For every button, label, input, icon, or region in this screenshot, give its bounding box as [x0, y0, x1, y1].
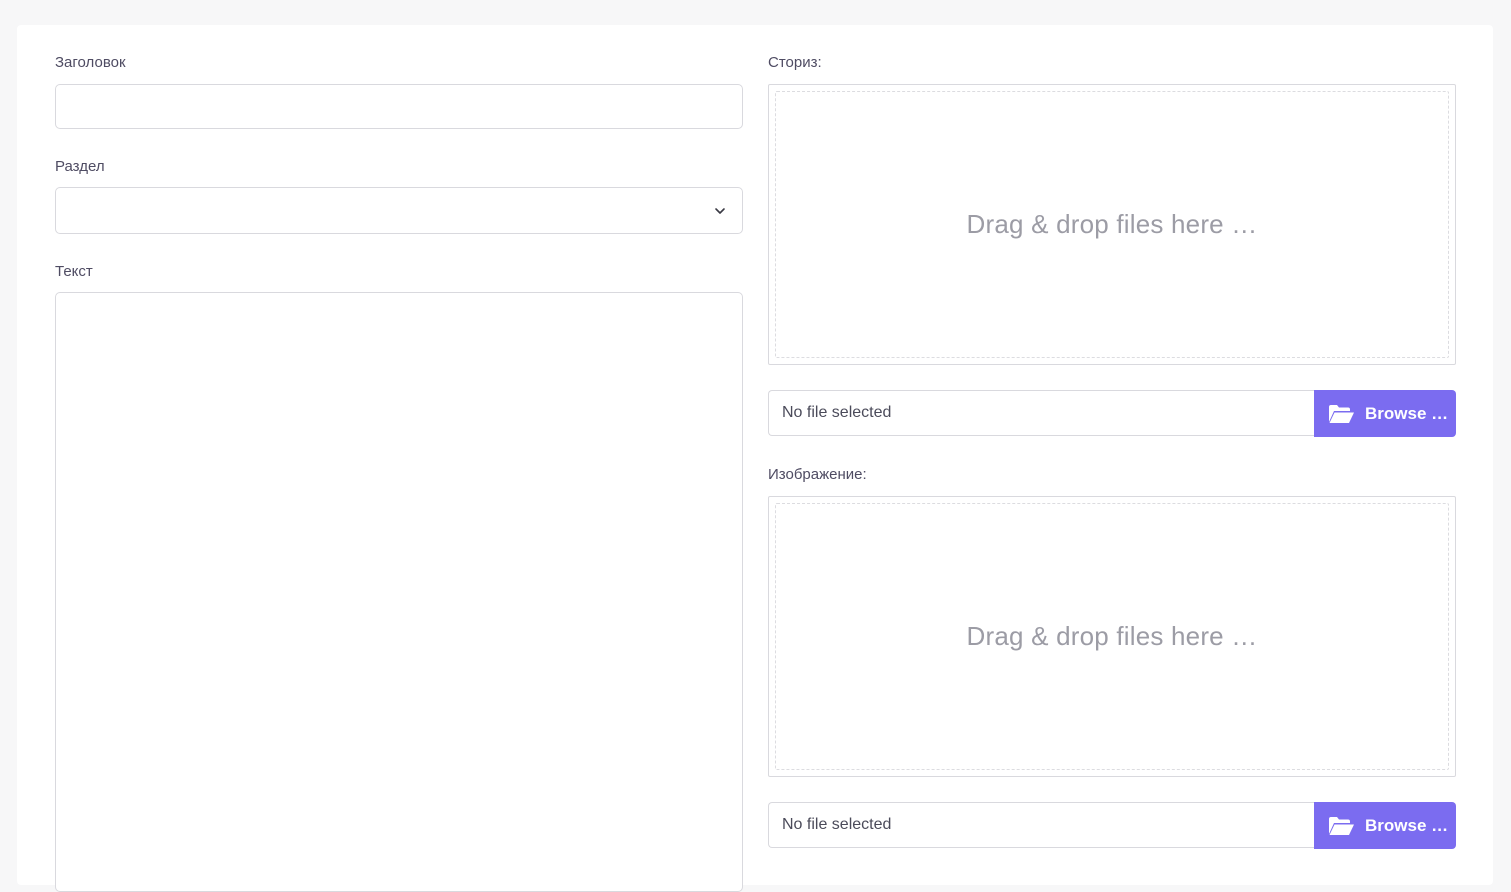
text-label: Текст [55, 263, 93, 280]
image-file-input: No file selected Browse … [768, 802, 1456, 849]
story-file-caption: No file selected [768, 390, 1314, 436]
folder-open-icon [1329, 816, 1354, 835]
chevron-down-icon [715, 207, 725, 214]
title-input[interactable] [55, 84, 743, 129]
image-dropzone[interactable]: Drag & drop files here … [768, 496, 1456, 777]
story-dropzone-text: Drag & drop files here … [966, 209, 1258, 239]
image-dropzone-text: Drag & drop files here … [966, 621, 1258, 651]
section-label: Раздел [55, 158, 105, 175]
image-browse-label: Browse … [1365, 815, 1449, 835]
story-browse-label: Browse … [1365, 403, 1449, 423]
story-dropzone-area: Drag & drop files here … [775, 91, 1449, 358]
image-browse-button[interactable]: Browse … [1314, 802, 1456, 849]
story-dropzone[interactable]: Drag & drop files here … [768, 84, 1456, 365]
section-select[interactable] [55, 187, 743, 234]
image-dropzone-area: Drag & drop files here … [775, 503, 1449, 770]
title-label: Заголовок [55, 54, 126, 71]
text-editor[interactable] [55, 292, 743, 892]
story-browse-button[interactable]: Browse … [1314, 390, 1456, 437]
image-file-caption: No file selected [768, 802, 1314, 848]
image-label: Изображение: [768, 466, 867, 483]
folder-open-icon [1329, 404, 1354, 423]
story-label: Сториз: [768, 54, 822, 71]
story-file-input: No file selected Browse … [768, 390, 1456, 437]
